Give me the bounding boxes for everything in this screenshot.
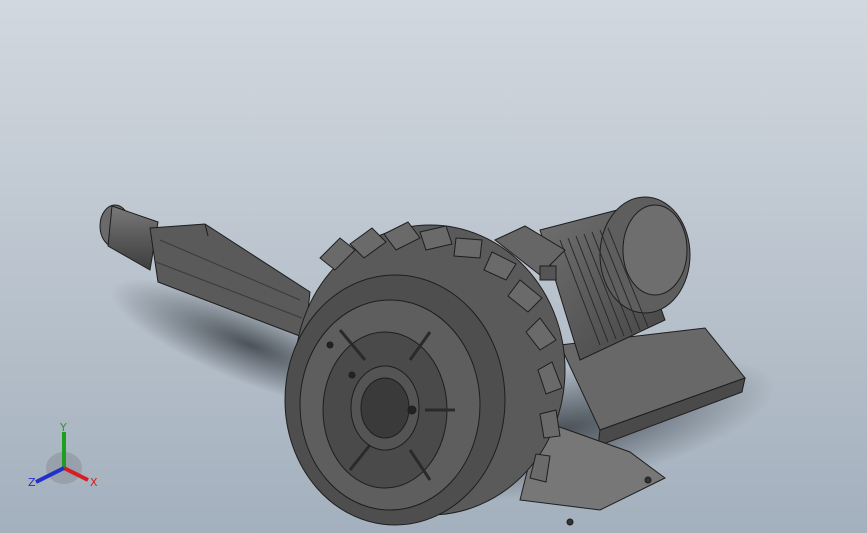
triad-y-label: Y [59, 421, 67, 434]
graphics-viewport[interactable]: Y X Z [0, 0, 867, 533]
triad-z-label: Z [28, 476, 36, 489]
triad-x-label: X [90, 476, 98, 489]
blower-3d-model[interactable] [0, 0, 867, 533]
coordinate-triad: Y X Z [28, 421, 98, 489]
